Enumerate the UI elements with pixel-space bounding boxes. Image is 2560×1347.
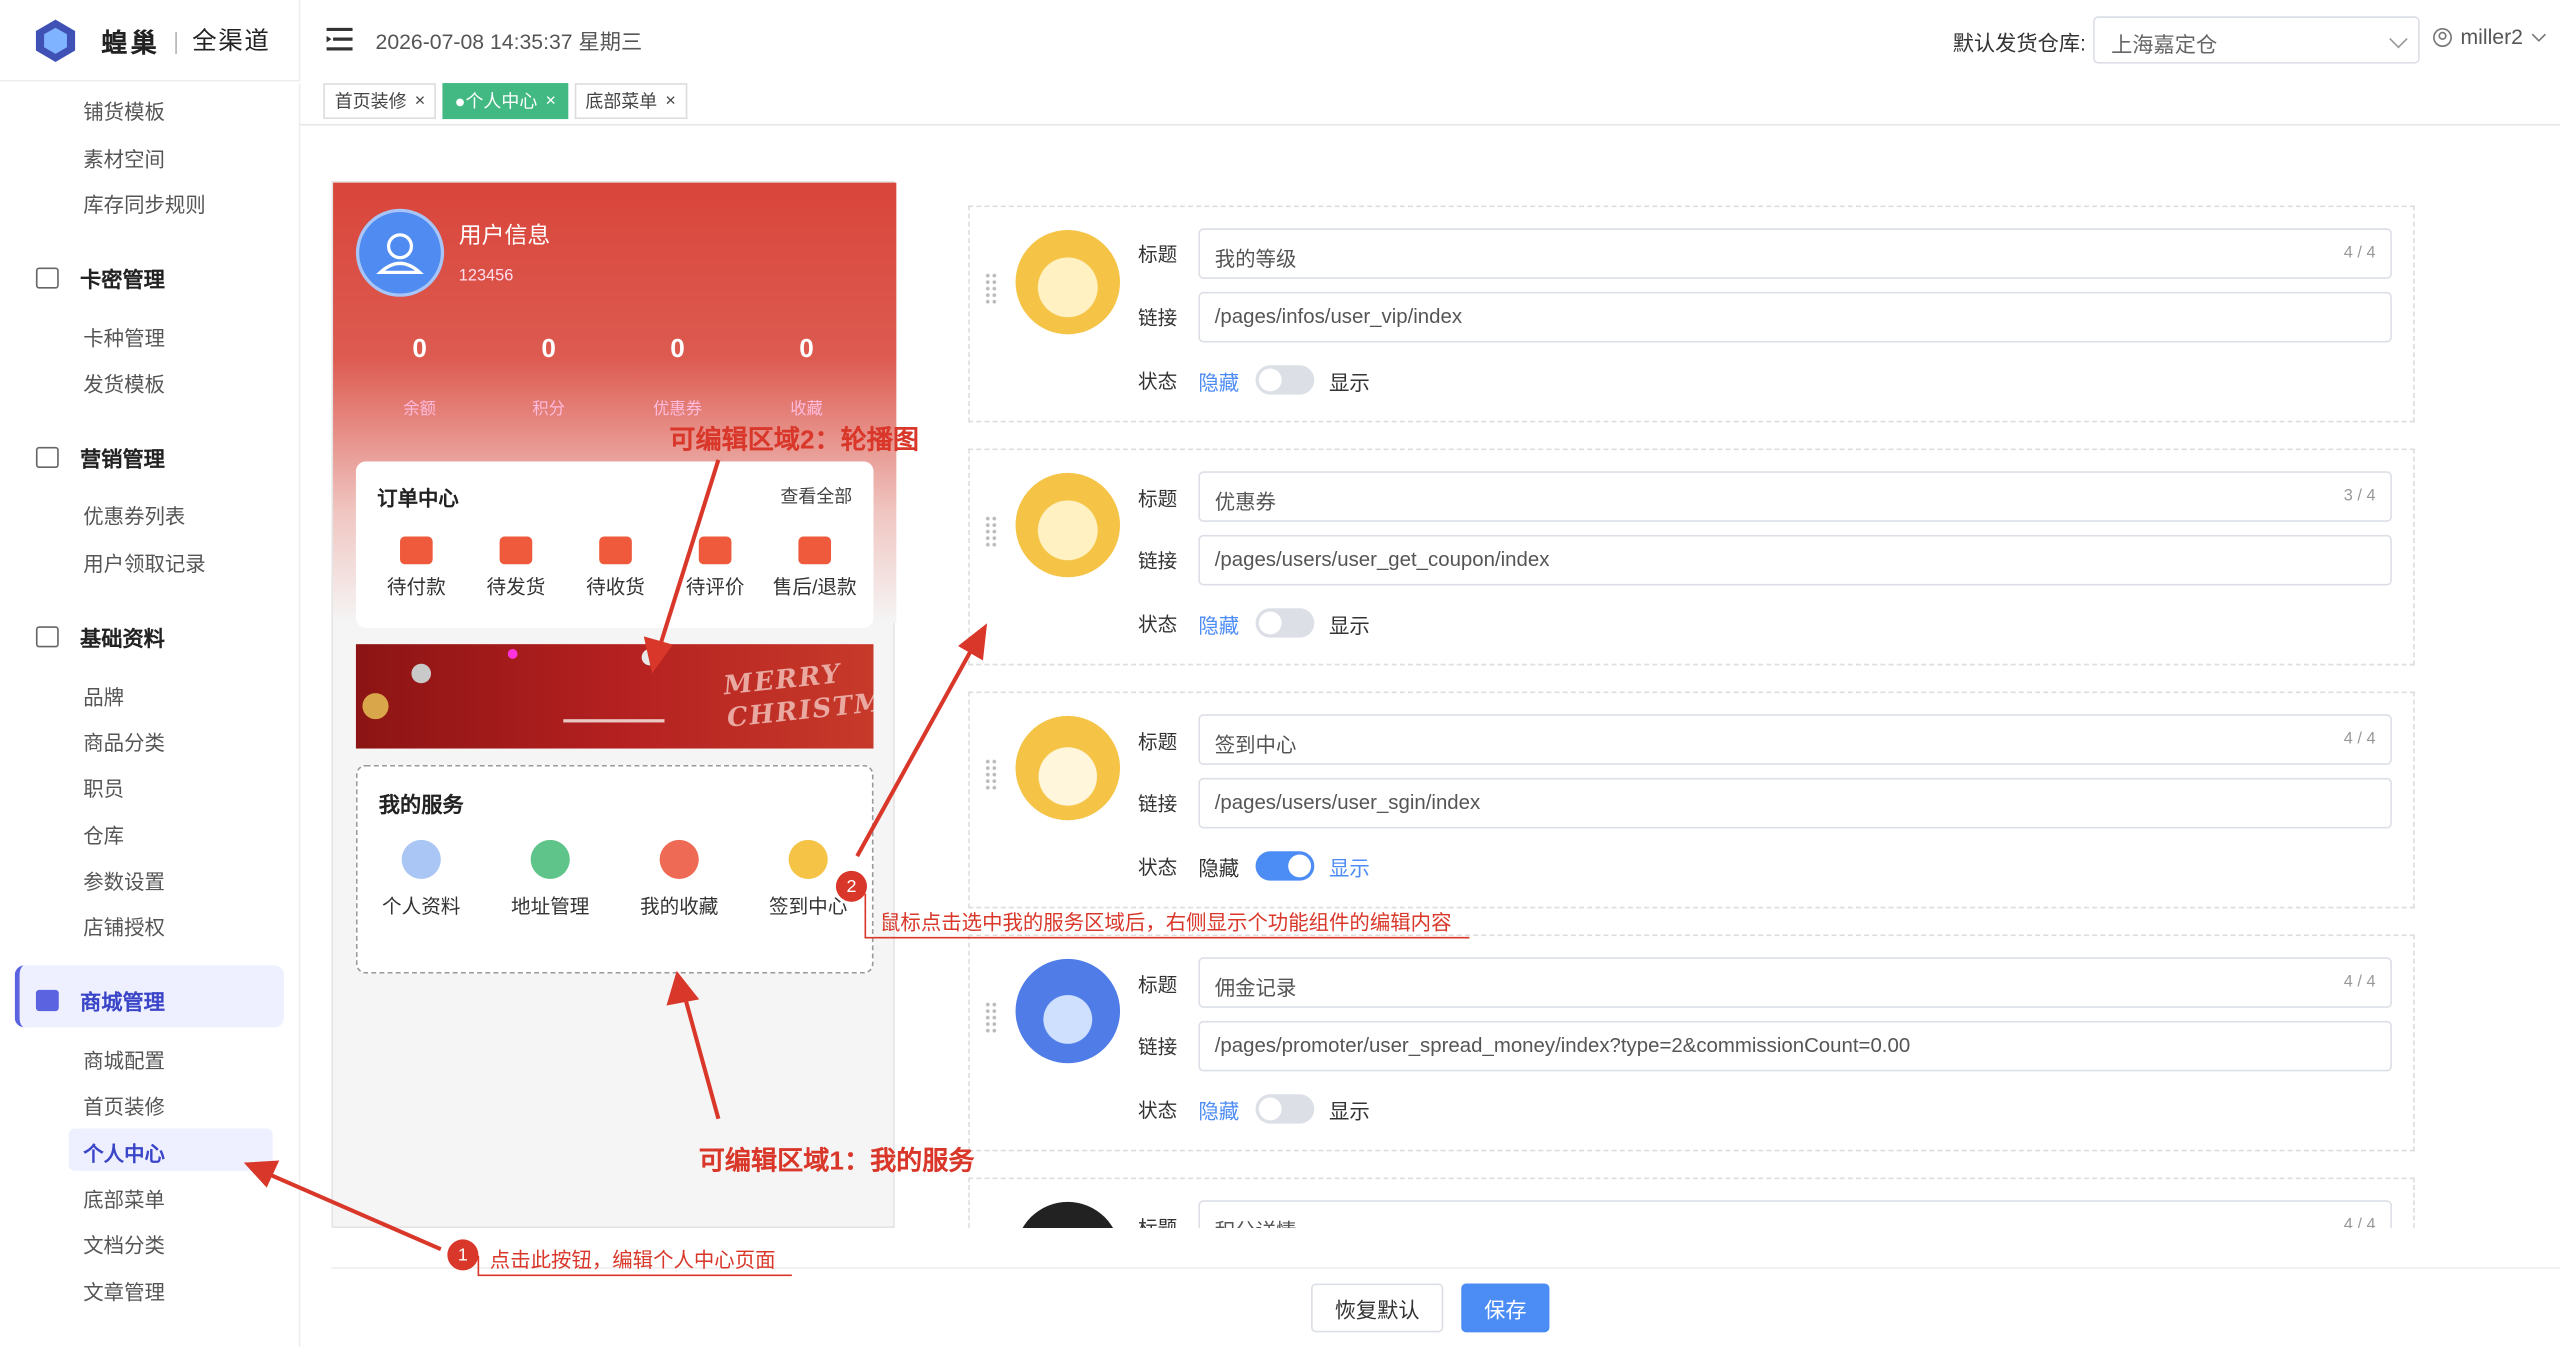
annotation-note-1: 点击此按钮，编辑个人中心页面 [489,1249,776,1273]
annotation-badge: 2 [835,870,867,902]
annotation-note-2: 鼠标点击选中我的服务区域后，右侧显示个功能组件的编辑内容 [880,911,1452,935]
annotation-badge: 1 [447,1239,479,1271]
annotation-arrows [243,459,1470,1277]
annotation-area-1: 可编辑区域1：我的服务 [698,1148,975,1176]
annotation-area-2: 可编辑区域2：轮播图 [669,427,920,455]
